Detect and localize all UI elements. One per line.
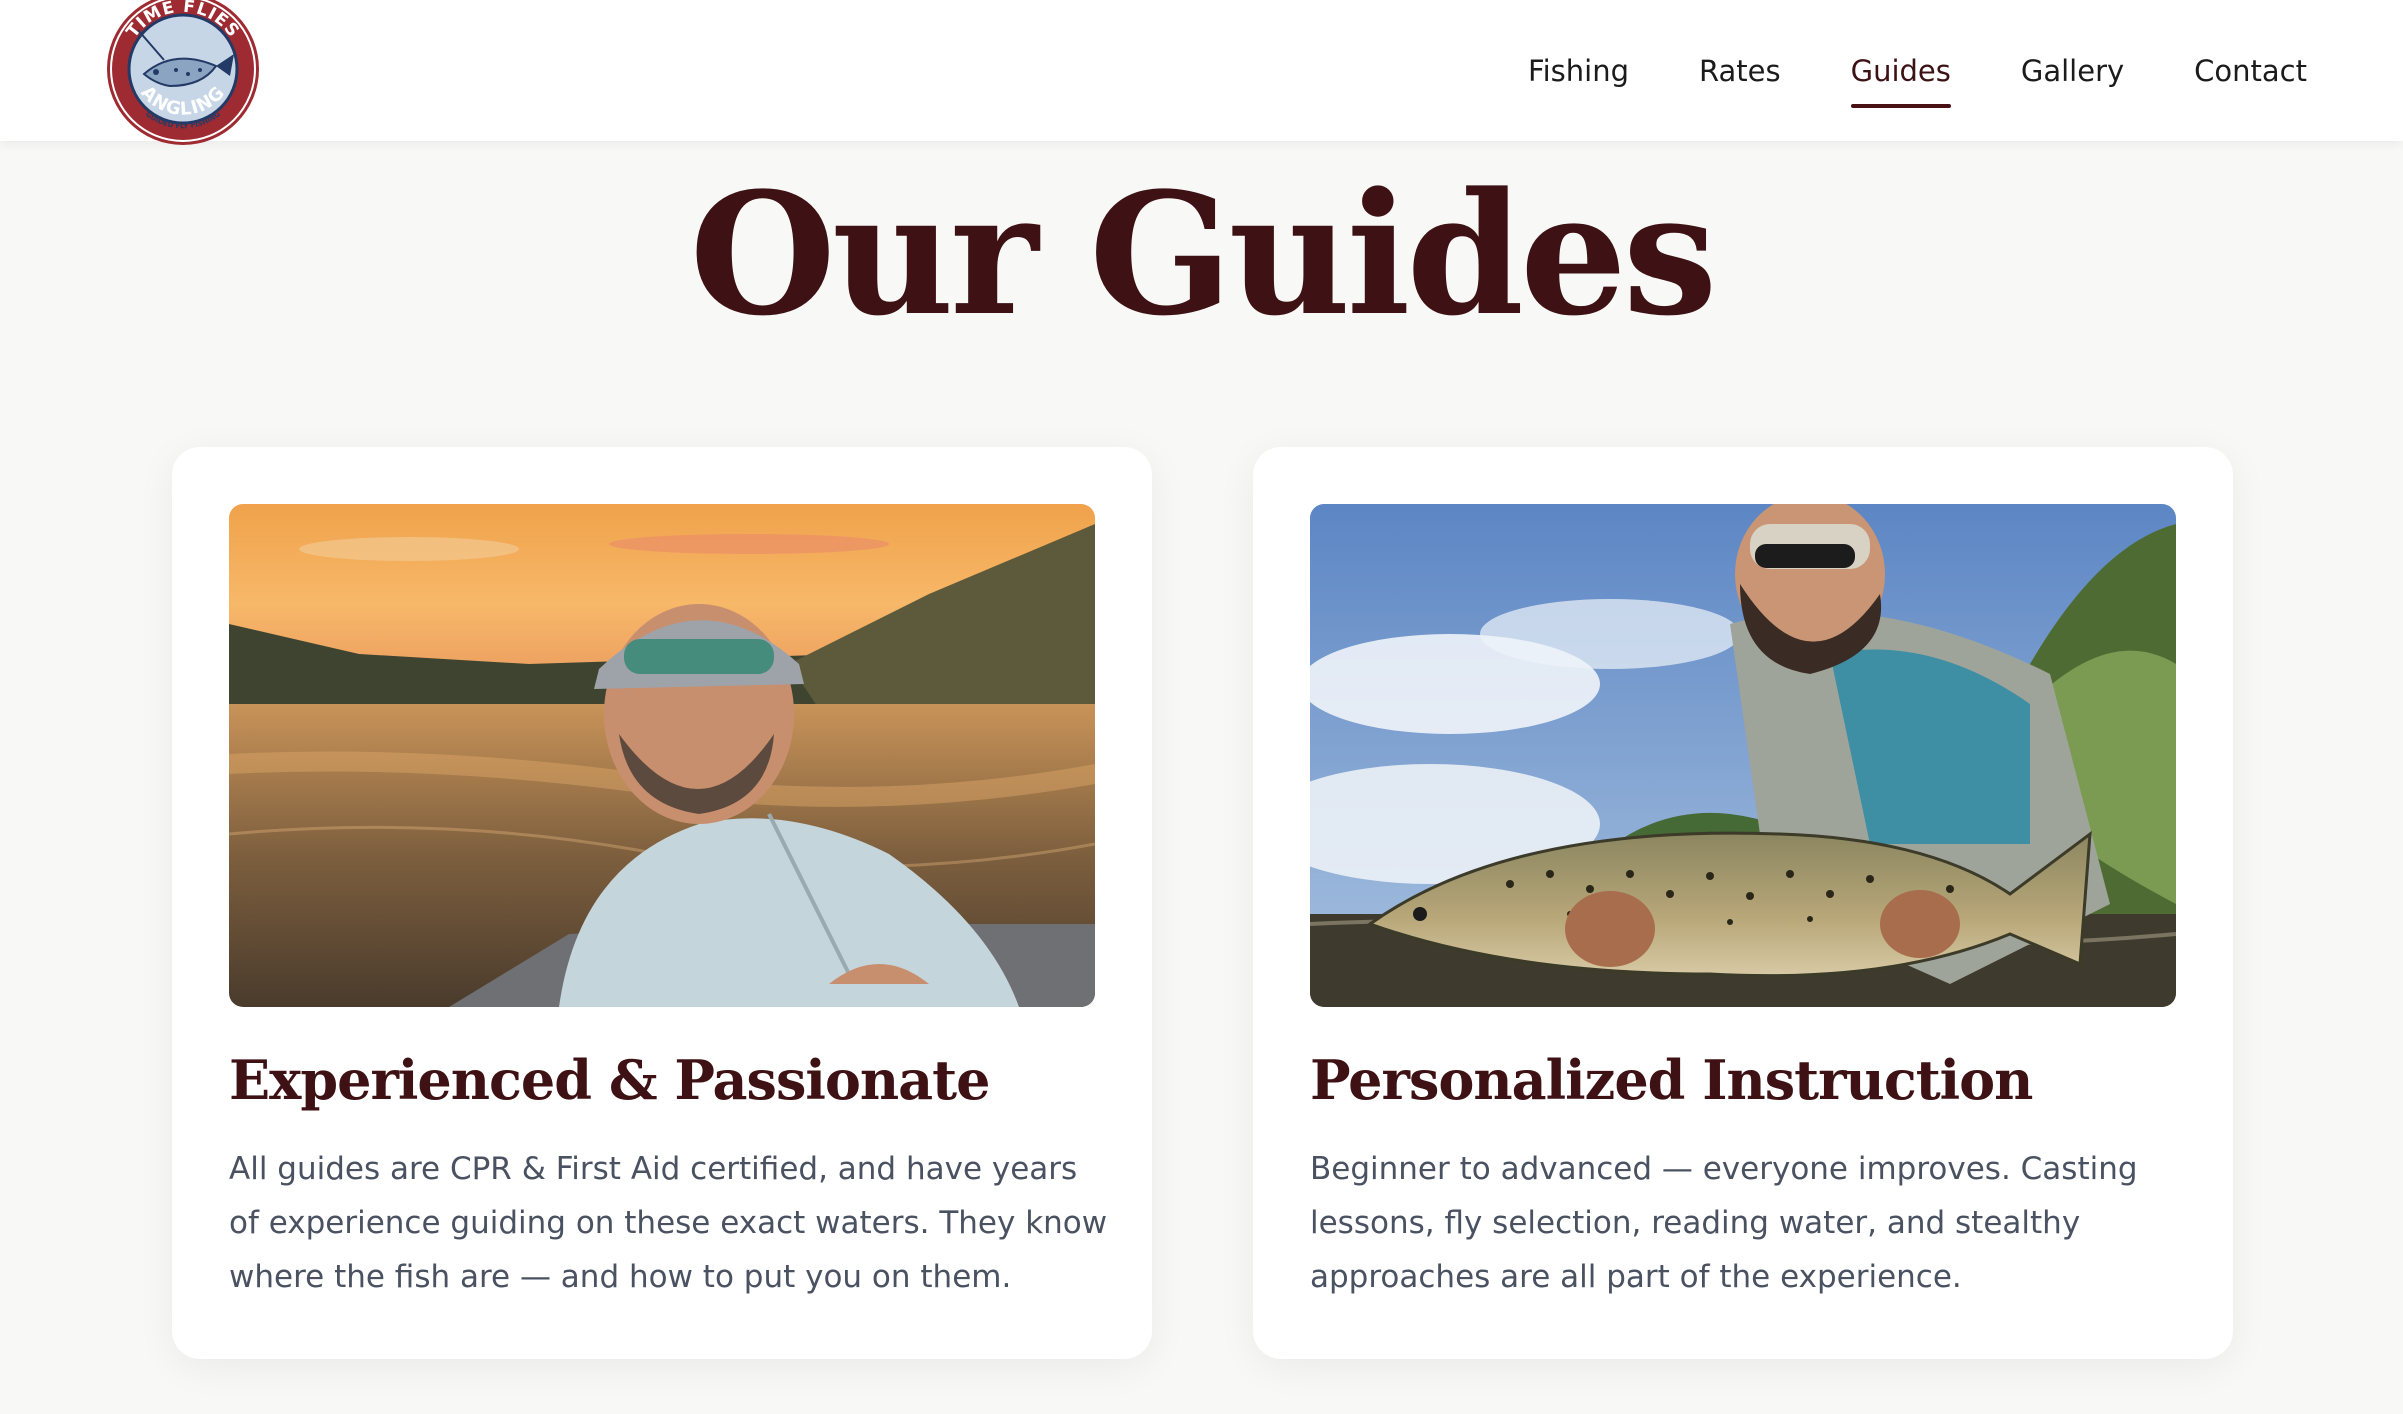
site-header: TIME FLIES ANGLING GUIDED FLY FISHING Fi… bbox=[0, 0, 2403, 145]
nav-contact[interactable]: Contact bbox=[2194, 48, 2307, 94]
page-title: Our Guides bbox=[689, 155, 1718, 353]
card-title-instruction: Personalized Instruction bbox=[1310, 1048, 2033, 1112]
guide-photo-brown-trout bbox=[1310, 504, 2176, 1007]
main-nav: Fishing Rates Guides Gallery Contact bbox=[1528, 0, 2307, 141]
time-flies-angling-logo[interactable]: TIME FLIES ANGLING GUIDED FLY FISHING bbox=[104, 0, 262, 148]
card-text-instruction: Beginner to advanced — everyone improves… bbox=[1310, 1151, 2138, 1295]
nav-guides[interactable]: Guides bbox=[1850, 48, 1952, 108]
card-text-experienced: All guides are CPR & First Aid certified… bbox=[229, 1151, 1108, 1295]
nav-fishing[interactable]: Fishing bbox=[1528, 48, 1629, 94]
nav-gallery[interactable]: Gallery bbox=[2021, 48, 2124, 94]
guide-photo-sunset-river bbox=[229, 504, 1095, 1007]
nav-rates[interactable]: Rates bbox=[1699, 48, 1781, 94]
card-title-experienced: Experienced & Passionate bbox=[229, 1048, 990, 1112]
